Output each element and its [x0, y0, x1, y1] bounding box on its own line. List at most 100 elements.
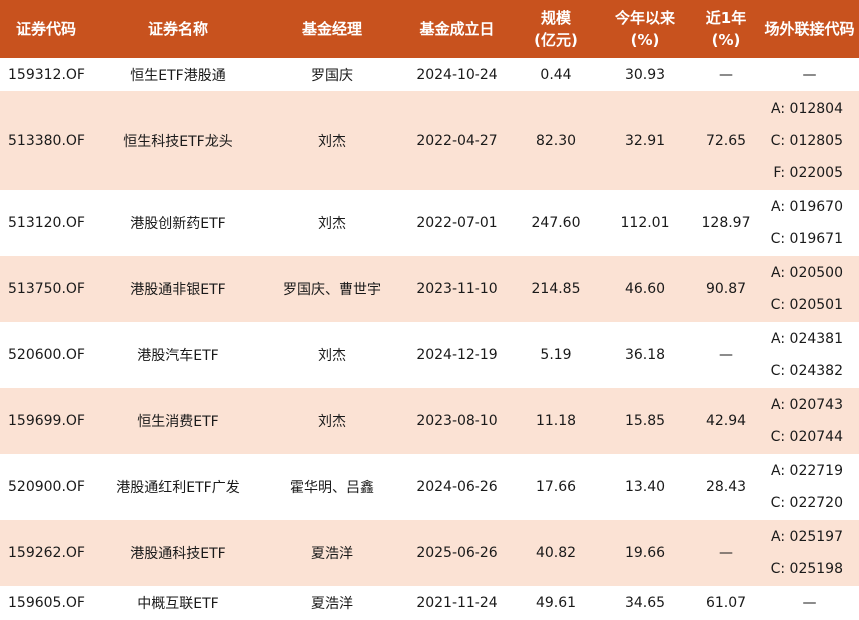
cell-manager: 刘杰 [318, 414, 346, 430]
cell-manager: 夏浩洋 [311, 595, 353, 612]
cell-scale: 17.66 [535, 479, 577, 495]
cell-name: 港股通红利ETF广发 [116, 480, 240, 496]
cell-link-codes: A: 024381 C: 024382 [760, 322, 859, 388]
link-code: A: 019670 [771, 199, 843, 215]
cell-link-codes: A: 022719 C: 022720 [760, 454, 859, 520]
cell-scale: 214.85 [531, 281, 581, 297]
header-link: 场外联接代码 [764, 20, 855, 38]
table-row: 513750.OF 港股通非银ETF 罗国庆、曹世宇 2023-11-10 214.85… [0, 256, 859, 322]
cell-code: 513750.OF [8, 281, 85, 297]
cell-code: 520600.OF [8, 347, 85, 363]
table-row: 159699.OF 恒生消费ETF 刘杰 2023-08-10 11.18 15.85 42… [0, 388, 859, 454]
link-code: C: 012805 [770, 132, 843, 149]
cell-scale: 82.30 [535, 132, 577, 149]
cell-name: 港股创新药ETF [130, 216, 226, 232]
link-code: C: 024382 [770, 363, 843, 379]
table-row: 159312.OF 恒生ETF港股通 罗国庆 2024-10-24 0.44 30.93 —… [0, 58, 859, 91]
cell-link-codes: — [760, 58, 859, 91]
cell-code: 513120.OF [8, 215, 85, 231]
cell-name: 恒生消费ETF [137, 414, 219, 430]
cell-scale: 247.60 [531, 215, 581, 231]
cell-code: 159262.OF [8, 545, 85, 561]
cell-ytd: 112.01 [620, 215, 670, 231]
header-name: 证券名称 [147, 20, 208, 38]
cell-ytd: 34.65 [624, 594, 666, 611]
cell-ytd: 13.40 [624, 479, 666, 495]
cell-ytd: 46.60 [624, 281, 666, 297]
cell-date: 2024-06-26 [416, 479, 498, 495]
cell-date: 2023-11-10 [416, 281, 498, 297]
link-code: C: 020501 [770, 297, 843, 313]
link-code: C: 020744 [770, 429, 843, 445]
table-row: 513380.OF 恒生科技ETF龙头 刘杰 2022-04-27 82.30 32.91… [0, 91, 859, 190]
cell-name: 港股汽车ETF [137, 348, 219, 364]
header-code: 证券代码 [15, 20, 76, 38]
table-row: 513120.OF 港股创新药ETF 刘杰 2022-07-01 247.60 112.0… [0, 190, 859, 256]
cell-ytd: 15.85 [624, 413, 666, 429]
table-row: 159605.OF 中概互联ETF 夏浩洋 2021-11-24 49.61 34.65 6… [0, 586, 859, 619]
cell-link-codes: A: 019670 C: 019671 [760, 190, 859, 256]
cell-code: 513380.OF [8, 132, 85, 149]
cell-link-codes: A: 025197 C: 025198 [760, 520, 859, 586]
cell-ytd: 30.93 [624, 66, 666, 83]
fund-table: 证券代码 证券名称 基金经理 基金成立日 规模 (亿元) 今年以来 (%) 近1… [0, 0, 859, 619]
cell-1y: 61.07 [705, 594, 747, 611]
cell-1y: 90.87 [705, 281, 747, 297]
cell-scale: 11.18 [535, 413, 577, 429]
cell-code: 159312.OF [8, 66, 85, 83]
cell-name: 恒生ETF港股通 [130, 67, 226, 84]
cell-code: 159699.OF [8, 413, 85, 429]
cell-link-codes: — [760, 586, 859, 619]
cell-manager: 罗国庆 [311, 67, 353, 84]
link-code: A: 012804 [771, 100, 843, 117]
cell-name: 恒生科技ETF龙头 [123, 133, 233, 150]
header-ytd-line1: 今年以来 [614, 9, 675, 27]
link-code: — [802, 66, 817, 83]
cell-1y: — [719, 347, 733, 363]
cell-1y: 28.43 [705, 479, 747, 495]
cell-manager: 霍华明、吕鑫 [290, 480, 374, 496]
cell-date: 2021-11-24 [416, 594, 498, 611]
header-1y-line1: 近1年 [705, 9, 747, 27]
table-row: 159262.OF 港股通科技ETF 夏浩洋 2025-06-26 40.82 19.66… [0, 520, 859, 586]
link-code: C: 022720 [770, 495, 843, 511]
cell-1y: — [719, 545, 733, 561]
header-date: 基金成立日 [419, 20, 495, 38]
cell-link-codes: A: 012804 C: 012805 F: 022005 [760, 91, 859, 190]
header-1y: 近1年 (%) [692, 0, 760, 58]
table-header-row: 证券代码 证券名称 基金经理 基金成立日 规模 (亿元) 今年以来 (%) 近1… [0, 0, 859, 58]
cell-date: 2022-07-01 [416, 215, 498, 231]
header-1y-line2: (%) [711, 31, 741, 49]
header-ytd-line2: (%) [630, 31, 660, 49]
cell-manager: 刘杰 [318, 216, 346, 232]
cell-ytd: 32.91 [624, 132, 666, 149]
table-row: 520600.OF 港股汽车ETF 刘杰 2024-12-19 5.19 36.18 — A:… [0, 322, 859, 388]
cell-name: 中概互联ETF [137, 595, 219, 612]
cell-manager: 罗国庆、曹世宇 [283, 282, 381, 298]
link-code: A: 024381 [771, 331, 843, 347]
table-row: 520900.OF 港股通红利ETF广发 霍华明、吕鑫 2024-06-26 17.66… [0, 454, 859, 520]
cell-date: 2024-10-24 [416, 66, 498, 83]
cell-name: 港股通科技ETF [130, 546, 226, 562]
cell-code: 520900.OF [8, 479, 85, 495]
link-code: A: 020743 [771, 397, 843, 413]
link-code: A: 022719 [771, 463, 843, 479]
header-scale-line1: 规模 [540, 9, 571, 27]
cell-scale: 0.44 [540, 66, 572, 83]
cell-date: 2025-06-26 [416, 545, 498, 561]
link-code: A: 025197 [771, 529, 843, 545]
cell-date: 2024-12-19 [416, 347, 498, 363]
cell-manager: 夏浩洋 [311, 546, 353, 562]
header-ytd: 今年以来 (%) [598, 0, 692, 58]
link-code: — [802, 594, 817, 611]
link-code: C: 025198 [770, 561, 843, 577]
cell-manager: 刘杰 [318, 133, 346, 150]
cell-name: 港股通非银ETF [130, 282, 226, 298]
cell-1y: 42.94 [705, 413, 747, 429]
cell-manager: 刘杰 [318, 348, 346, 364]
cell-code: 159605.OF [8, 594, 85, 611]
cell-scale: 40.82 [535, 545, 577, 561]
cell-link-codes: A: 020500 C: 020501 [760, 256, 859, 322]
cell-date: 2023-08-10 [416, 413, 498, 429]
header-scale-line2: (亿元) [534, 31, 578, 49]
